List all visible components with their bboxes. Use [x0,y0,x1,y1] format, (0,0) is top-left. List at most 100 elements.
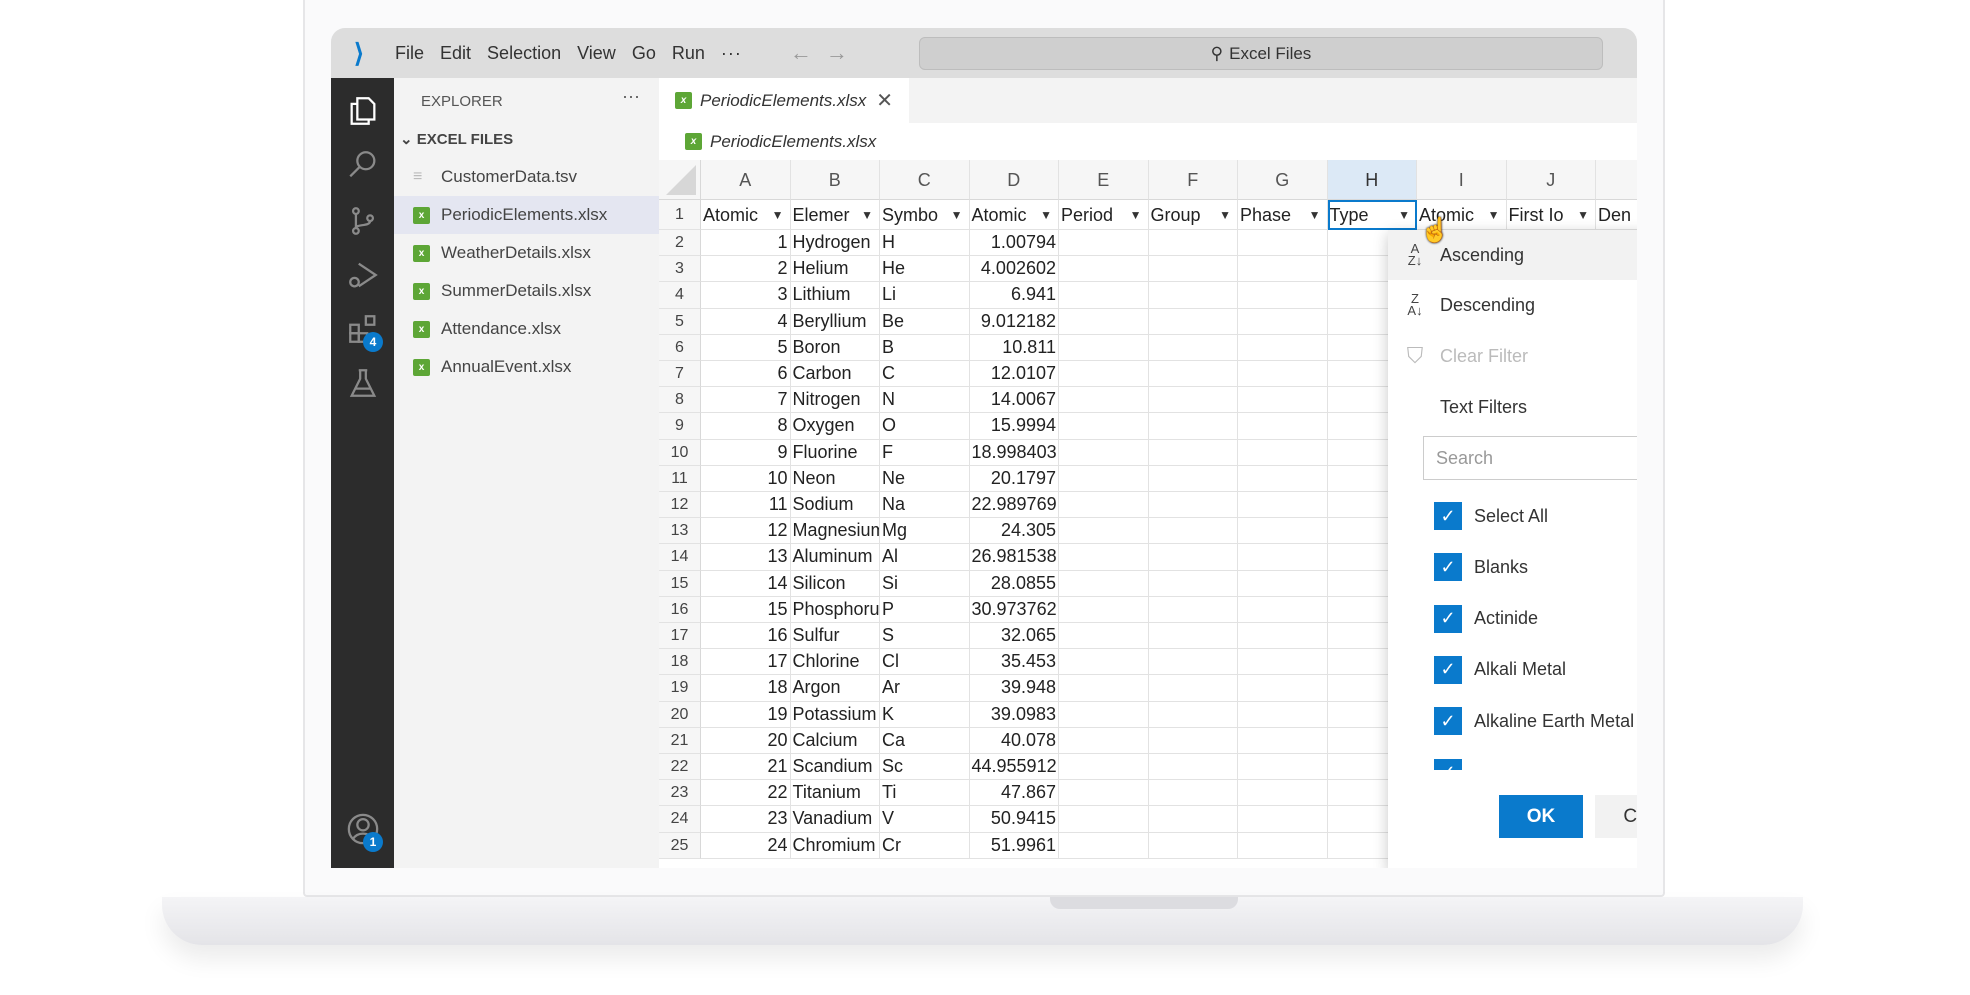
file-item[interactable]: x AnnualEvent.xlsx [394,348,659,386]
cell-c[interactable]: Si [880,570,970,597]
cell-c[interactable]: V [880,806,970,833]
file-item[interactable]: x PeriodicElements.xlsx [394,196,659,234]
menu-more[interactable]: ··· [721,43,742,64]
cell[interactable] [1148,413,1238,440]
cell-c[interactable]: H [880,230,970,257]
cell-a[interactable]: 8 [701,413,791,440]
extensions-icon[interactable]: 4 [331,304,394,354]
cell-b[interactable]: Chromium [790,832,880,859]
cell[interactable] [1148,256,1238,283]
cell-a[interactable]: 17 [701,649,791,676]
cell[interactable] [1148,675,1238,702]
explorer-icon[interactable] [331,86,394,136]
cell-b[interactable]: Fluorine [790,439,880,466]
cell[interactable] [1059,754,1149,781]
filter-header-cell[interactable]: Den [1596,200,1637,230]
cell-b[interactable]: Helium [790,256,880,283]
cell[interactable] [1148,570,1238,597]
cell[interactable] [1238,387,1328,414]
cell-c[interactable]: Cl [880,649,970,676]
cell[interactable] [1238,413,1328,440]
cell-b[interactable]: Chlorine [790,649,880,676]
cell[interactable] [1059,596,1149,623]
cell-b[interactable]: Hydrogen [790,230,880,257]
run-debug-icon[interactable] [331,250,394,300]
filter-option[interactable]: ✓ Alkaline Earth Metal [1434,701,1634,741]
cell-b[interactable]: Boron [790,334,880,361]
filter-header-cell[interactable]: Symbo ▼ [880,200,970,230]
cell-a[interactable]: 10 [701,465,791,492]
cell-a[interactable]: 5 [701,334,791,361]
cell-d[interactable]: 24.305 [969,518,1059,545]
cell[interactable] [1059,780,1149,807]
cell[interactable] [1148,518,1238,545]
back-arrow-icon[interactable]: ← [790,40,812,66]
row-header[interactable]: 22 [659,754,701,781]
row-header[interactable]: 21 [659,727,701,754]
row-header[interactable]: 9 [659,413,701,440]
cell[interactable] [1059,649,1149,676]
cell[interactable] [1238,465,1328,492]
cell-a[interactable]: 4 [701,308,791,335]
filter-search-input[interactable]: Search⚲ [1423,436,1637,480]
row-header[interactable]: 15 [659,570,701,597]
cell[interactable] [1059,465,1149,492]
cell-b[interactable]: Neon [790,465,880,492]
cell[interactable] [1148,701,1238,728]
filter-dropdown-arrow-icon[interactable]: ▼ [861,200,873,229]
cell-a[interactable]: 12 [701,518,791,545]
column-header-e[interactable]: E [1059,160,1149,200]
row-header[interactable]: 18 [659,649,701,676]
cell-d[interactable]: 35.453 [969,649,1059,676]
cell[interactable] [1238,518,1328,545]
row-header[interactable]: 12 [659,492,701,519]
filter-header-cell[interactable]: Type ▼ [1327,200,1417,230]
checkbox-checked-icon[interactable]: ✓ [1434,758,1462,770]
menu-selection[interactable]: Selection [487,43,561,64]
cell[interactable] [1238,754,1328,781]
column-header-j[interactable]: J [1506,160,1596,200]
search-icon[interactable] [331,140,394,190]
cell[interactable] [1059,256,1149,283]
cell-a[interactable]: 11 [701,492,791,519]
text-filters-item[interactable]: Text Filters› [1388,382,1637,432]
cell-d[interactable]: 18.998403 [969,439,1059,466]
cell-b[interactable]: Vanadium [790,806,880,833]
cell-a[interactable]: 19 [701,701,791,728]
cell-c[interactable]: Li [880,282,970,309]
filter-dropdown-arrow-icon[interactable]: ▼ [1219,200,1231,229]
filter-option[interactable]: ✓ Actinide [1434,599,1538,639]
cell[interactable] [1238,544,1328,571]
cell[interactable] [1238,334,1328,361]
testing-flask-icon[interactable] [331,358,394,408]
filter-dropdown-arrow-icon[interactable]: ▼ [1309,200,1321,229]
filter-option[interactable]: ✓ Blanks [1434,547,1528,587]
cell[interactable] [1148,387,1238,414]
filter-dropdown-arrow-icon[interactable]: ▼ [1040,200,1052,229]
cell-b[interactable]: Lithium [790,282,880,309]
column-header-b[interactable]: B [790,160,880,200]
cell-d[interactable]: 50.9415 [969,806,1059,833]
cell[interactable] [1059,832,1149,859]
cell-a[interactable]: 7 [701,387,791,414]
cell[interactable] [1238,439,1328,466]
cell-d[interactable]: 32.065 [969,623,1059,650]
cell[interactable] [1238,361,1328,388]
cell[interactable] [1238,727,1328,754]
cell-a[interactable]: 24 [701,832,791,859]
row-header[interactable]: 4 [659,282,701,309]
cell[interactable] [1059,675,1149,702]
cell[interactable] [1238,806,1328,833]
accounts-icon[interactable]: 1 [331,804,394,854]
cell-a[interactable]: 22 [701,780,791,807]
cell[interactable] [1148,754,1238,781]
cell-b[interactable]: Scandium [790,754,880,781]
tab-periodic-elements[interactable]: x PeriodicElements.xlsx ✕ [659,78,909,123]
checkbox-checked-icon[interactable]: ✓ [1434,707,1462,736]
file-item[interactable]: x WeatherDetails.xlsx [394,234,659,272]
cell-c[interactable]: P [880,596,970,623]
checkbox-checked-icon[interactable]: ✓ [1434,553,1462,582]
filter-dropdown-arrow-icon[interactable]: ▼ [772,200,784,229]
row-header[interactable]: 19 [659,675,701,702]
cell[interactable] [1148,282,1238,309]
